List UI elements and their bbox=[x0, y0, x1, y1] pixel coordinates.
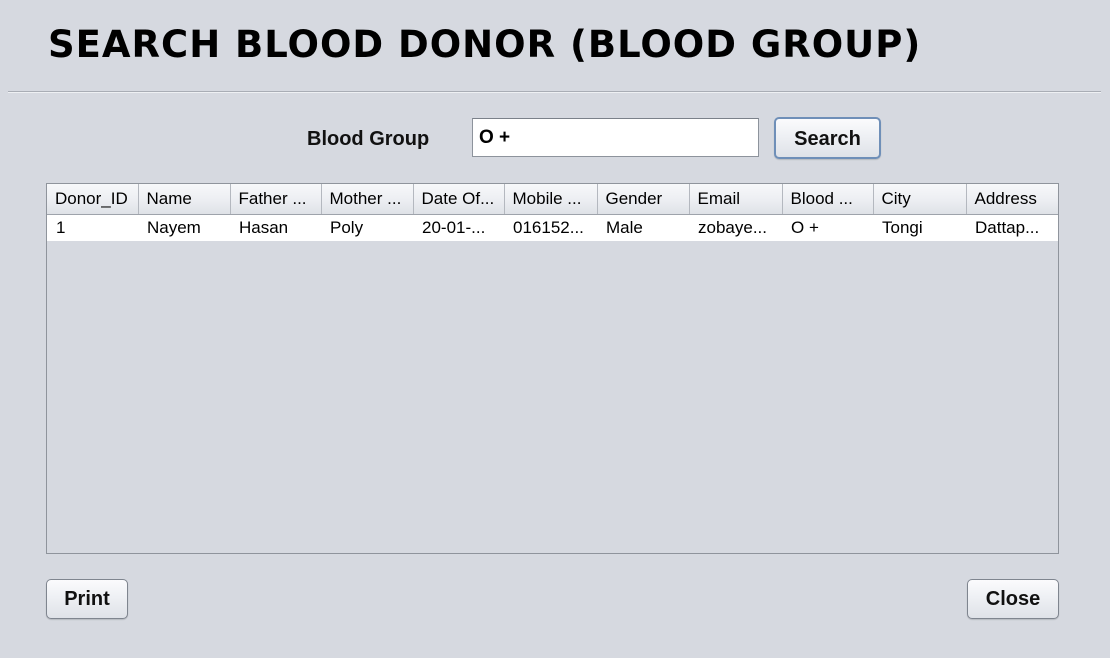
column-header-blood-group[interactable]: Blood ... bbox=[782, 184, 874, 215]
cell-city: Tongi bbox=[873, 214, 966, 241]
column-header-donor-id[interactable]: Donor_ID bbox=[47, 184, 139, 215]
cell-gender: Male bbox=[597, 214, 689, 241]
blood-group-label: Blood Group bbox=[307, 128, 430, 150]
column-header-city[interactable]: City bbox=[873, 184, 967, 215]
column-header-name[interactable]: Name bbox=[138, 184, 231, 215]
column-header-email[interactable]: Email bbox=[689, 184, 783, 215]
cell-address: Dattap... bbox=[966, 214, 1058, 241]
cell-email: zobaye... bbox=[689, 214, 782, 241]
column-header-father[interactable]: Father ... bbox=[230, 184, 322, 215]
cell-blood-group: O + bbox=[782, 214, 873, 241]
cell-name: Nayem bbox=[138, 214, 230, 241]
print-button[interactable]: Print bbox=[46, 579, 128, 619]
column-header-address[interactable]: Address bbox=[966, 184, 1058, 215]
title-divider bbox=[8, 91, 1101, 93]
cell-father: Hasan bbox=[230, 214, 321, 241]
table-row[interactable]: 1 Nayem Hasan Poly 20-01-... 016152... M… bbox=[47, 214, 1058, 241]
donor-table[interactable]: Donor_ID Name Father ... Mother ... Date… bbox=[46, 183, 1059, 554]
cell-mobile: 016152... bbox=[504, 214, 597, 241]
table-header-row: Donor_ID Name Father ... Mother ... Date… bbox=[47, 184, 1058, 215]
column-header-date-of-birth[interactable]: Date Of... bbox=[413, 184, 505, 215]
column-header-gender[interactable]: Gender bbox=[597, 184, 690, 215]
search-button[interactable]: Search bbox=[774, 117, 881, 159]
column-header-mobile[interactable]: Mobile ... bbox=[504, 184, 598, 215]
page-title: SEARCH BLOOD DONOR (BLOOD GROUP) bbox=[48, 23, 922, 66]
cell-donor-id: 1 bbox=[47, 214, 138, 241]
column-header-mother[interactable]: Mother ... bbox=[321, 184, 414, 215]
close-button[interactable]: Close bbox=[967, 579, 1059, 619]
cell-mother: Poly bbox=[321, 214, 413, 241]
cell-date-of-birth: 20-01-... bbox=[413, 214, 504, 241]
blood-group-input[interactable] bbox=[472, 118, 759, 157]
